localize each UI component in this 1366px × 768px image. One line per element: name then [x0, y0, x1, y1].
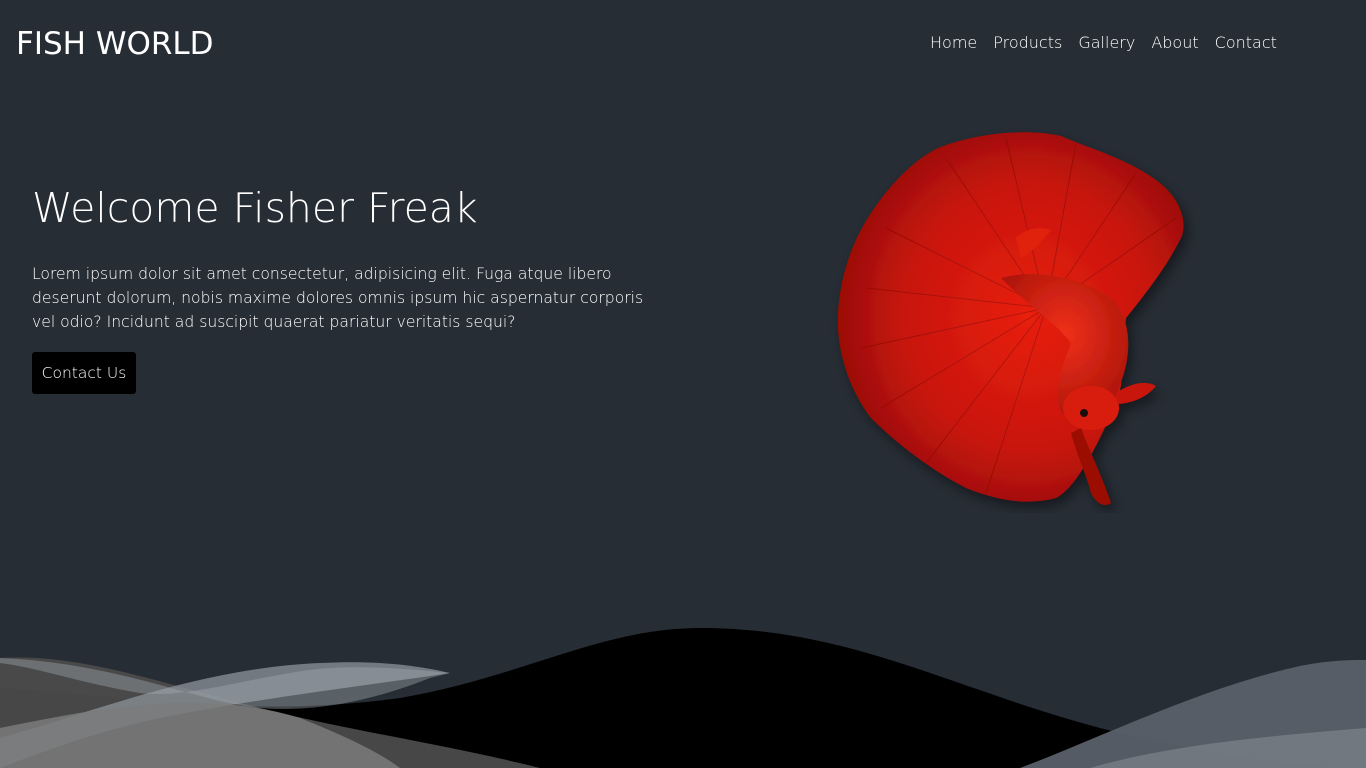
nav-products[interactable]: Products: [985, 31, 1070, 55]
site-logo[interactable]: FISH WORLD: [16, 24, 214, 64]
betta-fish-image: [837, 132, 1184, 505]
decorative-waves: [0, 628, 1366, 768]
nav-contact[interactable]: Contact: [1207, 31, 1285, 55]
main-nav: Home Products Gallery About Contact: [922, 31, 1285, 55]
hero-description: Lorem ipsum dolor sit amet consectetur, …: [32, 265, 644, 331]
contact-us-button[interactable]: Contact Us: [32, 352, 136, 394]
page: FISH WORLD Home Products Gallery About C…: [0, 0, 1366, 768]
nav-about[interactable]: About: [1143, 31, 1206, 55]
nav-home[interactable]: Home: [922, 31, 985, 55]
nav-gallery[interactable]: Gallery: [1070, 31, 1143, 55]
hero-title: Welcome Fisher Freak: [32, 184, 478, 232]
